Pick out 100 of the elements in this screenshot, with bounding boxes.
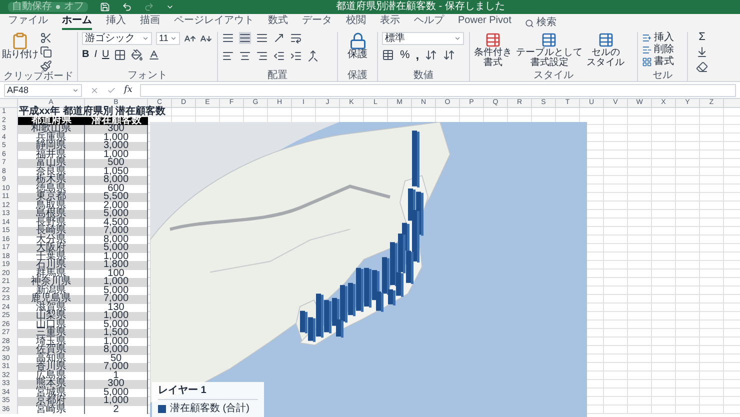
cell-button[interactable]: 挿入 [642, 32, 674, 43]
align-left-icon[interactable] [222, 50, 234, 62]
table-cell: 5,000 [85, 320, 148, 329]
table-cell: 神奈川県 [18, 278, 85, 286]
search-icon [525, 18, 534, 28]
search-box[interactable]: 検索 [525, 18, 556, 30]
indent-increase-icon[interactable] [290, 50, 302, 62]
formula-input[interactable] [140, 84, 736, 96]
underline-button[interactable]: U [102, 50, 110, 60]
table-cell: 300 [85, 380, 148, 388]
table-cell: 5,000 [85, 388, 148, 397]
table-cell: 長崎県 [18, 227, 85, 236]
align-middle-icon[interactable] [239, 32, 251, 44]
group-label: 数値 [414, 70, 434, 80]
lock-icon [348, 32, 366, 50]
caret-icon [454, 35, 461, 42]
table-cell: 高知県 [18, 354, 85, 363]
table-cell: 京都府 [18, 397, 85, 406]
table-cell: 三重県 [18, 329, 85, 338]
grow-font-icon[interactable] [184, 32, 196, 44]
ribbon-tab[interactable]: 描画 [140, 16, 160, 30]
table-cell: 600 [85, 184, 148, 193]
table-cell: 3,000 [85, 142, 148, 150]
borders-icon[interactable] [114, 49, 126, 61]
style-button[interactable]: セルの スタイル [586, 32, 624, 68]
table-cell: 静岡県 [18, 142, 85, 150]
ribbon-tab[interactable]: データ [302, 16, 332, 30]
style-button[interactable]: 条件付き 書式 [474, 32, 512, 68]
table-cell: 埼玉県 [18, 338, 85, 346]
cell-button[interactable]: 削除 [642, 44, 674, 55]
ribbon-tab[interactable]: 数式 [268, 16, 288, 30]
table-cell: 7,000 [85, 363, 148, 372]
autosum-button[interactable]: Σ [696, 32, 708, 43]
table-cell: 熊本県 [18, 380, 85, 388]
table-cell: 130 [85, 304, 148, 312]
table-cell: 石川県 [18, 261, 85, 270]
table-cell: 8,000 [85, 176, 148, 184]
table-cell: 1,000 [85, 150, 148, 159]
table-cell: 大阪府 [18, 244, 85, 252]
cut-icon[interactable] [40, 32, 52, 44]
ribbon-tab[interactable]: 挿入 [106, 16, 126, 30]
ribbon-tab[interactable]: ファイル [8, 16, 48, 30]
wrap-text-icon[interactable] [290, 32, 302, 44]
font-color-icon[interactable] [148, 49, 160, 61]
style-button[interactable]: テーブルとして 書式設定 [516, 32, 582, 68]
table-cell: 7,000 [85, 295, 148, 304]
comma-button[interactable]: , [416, 49, 420, 61]
table-cell: 大分県 [18, 236, 85, 244]
caret-icon [72, 86, 79, 94]
align-top-icon[interactable] [222, 32, 234, 44]
group-label: クリップボード [4, 72, 74, 81]
merge-icon[interactable] [307, 50, 319, 62]
table-cell: 佐賀県 [18, 346, 85, 354]
undo-icon[interactable] [122, 2, 132, 12]
table-cell: 5,000 [85, 210, 148, 218]
table-cell: 2,000 [85, 202, 148, 210]
align-right-icon[interactable] [256, 50, 268, 62]
name-box[interactable]: AF48 [4, 84, 82, 96]
paintbrush-icon[interactable] [40, 60, 52, 72]
shrink-font-icon[interactable] [200, 32, 212, 44]
table-cell: 8,000 [85, 346, 148, 354]
save-icon[interactable] [100, 2, 110, 12]
table-cell: 広島県 [18, 372, 85, 380]
eraser-icon[interactable] [696, 61, 708, 73]
table-cell: 8,000 [85, 236, 148, 244]
number-format-field[interactable]: 標準 [382, 32, 464, 45]
table-cell: 徳島県 [18, 184, 85, 193]
clipboard-icon [11, 32, 29, 50]
orientation-icon[interactable] [273, 32, 285, 44]
table-cell: 福井県 [18, 150, 85, 159]
ribbon-tab[interactable]: Power Pivot [458, 16, 512, 30]
customize-icon[interactable] [166, 3, 174, 11]
align-bottom-icon[interactable] [256, 32, 268, 44]
cell-button[interactable]: 書式 [642, 56, 674, 67]
font-size-field[interactable]: 11 [156, 32, 180, 45]
copy-icon[interactable] [40, 46, 52, 58]
insert-function-button[interactable]: fx [124, 86, 132, 94]
fill-color-icon[interactable] [131, 49, 144, 61]
ribbon-tab[interactable]: 校閲 [346, 16, 366, 30]
table-cell: 山梨県 [18, 312, 85, 320]
font-name-field[interactable]: 游ゴシック [82, 32, 152, 45]
italic-button[interactable]: I [94, 50, 98, 60]
ribbon-tab[interactable]: ページレイアウト [174, 16, 254, 30]
map-chart[interactable]: レイヤー 1 潜在顧客数 (合計) [150, 122, 587, 417]
table-cell: 1,000 [85, 134, 148, 142]
cancel-icon[interactable] [90, 86, 99, 94]
group-label: 配置 [268, 70, 288, 80]
percent-button[interactable]: % [400, 50, 410, 60]
protect-button[interactable]: 保護 [342, 32, 373, 60]
table-cell: 5,500 [85, 193, 148, 202]
indent-decrease-icon[interactable] [273, 50, 285, 62]
table-cell: 100 [85, 270, 148, 278]
paste-button[interactable]: 貼り付け [4, 32, 36, 60]
ribbon-tab[interactable]: 表示 [380, 16, 400, 30]
table-cell: 7,000 [85, 227, 148, 236]
ribbon-tab[interactable]: ヘルプ [414, 16, 444, 30]
align-center-icon[interactable] [239, 50, 251, 62]
table-cell: 1,000 [85, 278, 148, 286]
table-cell: 鹿児島県 [18, 295, 85, 304]
bold-button[interactable]: B [82, 50, 90, 60]
